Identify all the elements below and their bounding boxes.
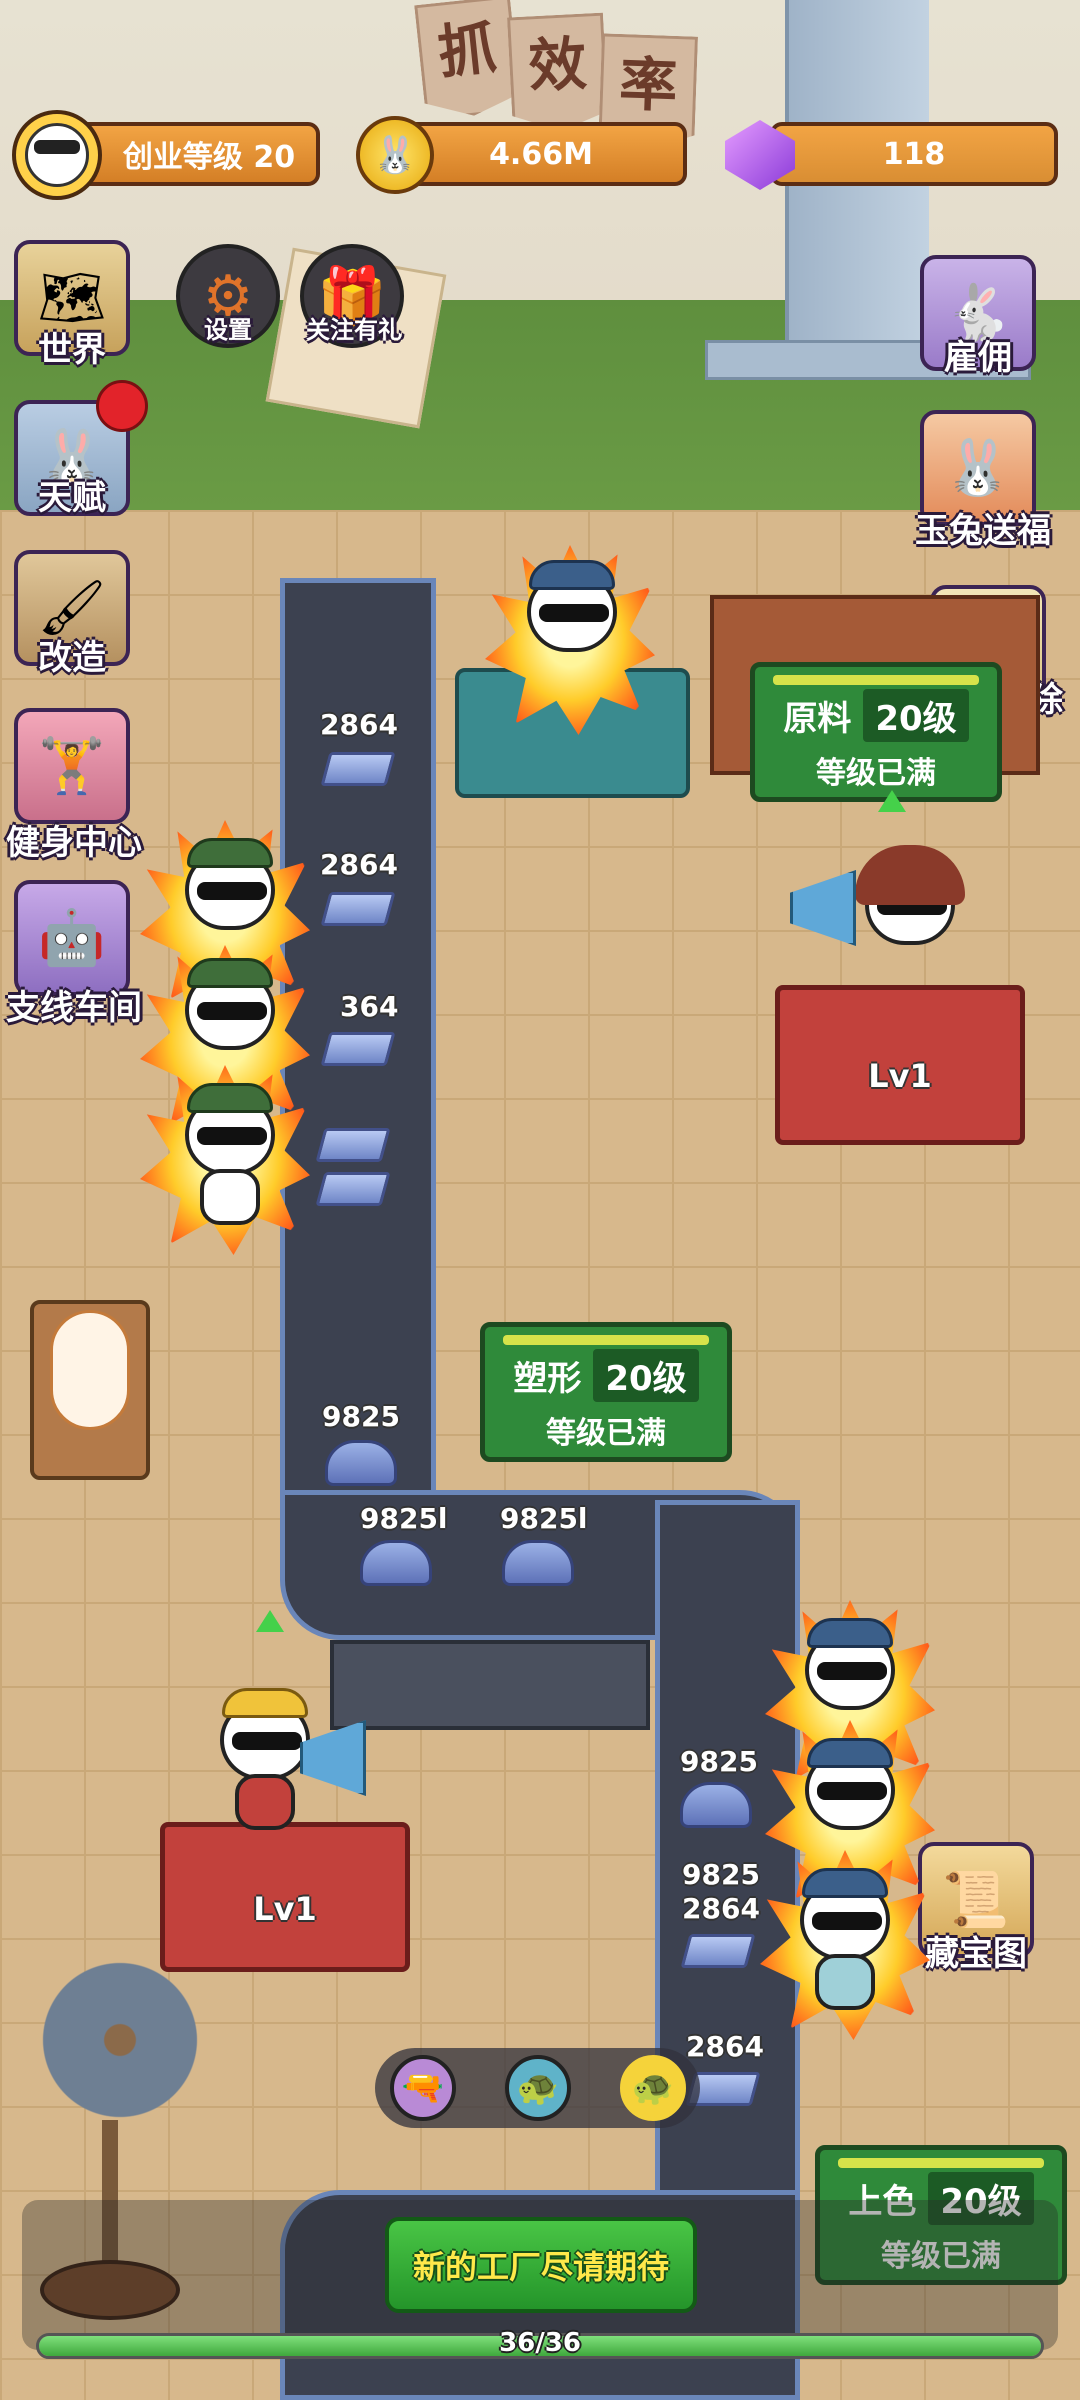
branch-workshop-button[interactable]: 🤖 [14,880,130,996]
upgrade-arrow-icon[interactable] [256,1610,284,1632]
desk-level-label: Lv1 [868,1057,932,1095]
raw-station-name: 原料 [783,699,852,739]
hair-icon [855,845,965,905]
helmet-value-label: 9825 [680,1745,758,1778]
hardhat-icon [222,1688,308,1718]
worker-bunny[interactable] [795,1730,905,1880]
ingot-icon [315,1128,391,1162]
new-factory-label: 新的工厂尽请期待 [412,2248,669,2286]
helmet-value-label: 9825l [500,1502,588,1535]
raw-station-sign[interactable]: 原料 20级 等级已满 [750,662,1002,802]
cap-icon [807,1738,893,1768]
banner-flag: 抓 [414,0,522,121]
notification-dot-icon [96,380,148,432]
ingot-icon [320,892,396,926]
turtle-icon: 🐢 [516,2068,560,2108]
level-bar[interactable]: 创业等级 20 [70,122,320,186]
helmet-icon [325,1440,397,1486]
avatar-face-icon [25,123,89,187]
world-label: 世界 [38,330,106,370]
progress-text: 36/36 [499,2328,581,2358]
gem-bar[interactable]: 118 [770,122,1058,186]
ingot-icon [320,752,396,786]
mooncake-rabbit-icon: 🐰 [944,436,1012,499]
upgrade-label: 改造 [38,638,106,678]
coin-bar[interactable]: 4.66M [395,122,687,186]
helmet-icon [680,1782,752,1828]
manager-bunny[interactable] [855,845,965,995]
bunny-body [815,1954,875,2010]
helmet-value-label: 9825 [322,1400,400,1433]
ingot-icon [680,1934,756,1968]
follow-gift-label: 关注有礼 [306,316,402,344]
cap-icon [529,560,615,590]
gym-label: 健身中心 [6,823,142,863]
desk-level-label: Lv1 [253,1890,317,1928]
turtle-icon: 🐢 [631,2068,675,2108]
wall-pillar [785,0,929,380]
gem-amount: 118 [882,136,946,172]
worker-bunny[interactable] [790,1860,900,2010]
game-scene: 抓 效 率 创业等级 20 4.66M 🐰 118 🗺 世界 🐰 天赋 🖌 改造… [0,0,1080,2400]
skill-button[interactable]: 🔫 [390,2055,456,2121]
cap-icon [187,958,273,988]
ingot-value-label: 2864 [320,848,398,881]
cap-icon [802,1868,888,1898]
coin-amount: 4.66M [489,136,593,172]
gym-bunny-icon: 🏋 [38,734,106,797]
banner-char: 率 [618,50,679,120]
ingot-value-label: 364 [340,990,399,1023]
banner-flag: 效 [507,13,609,134]
cap-icon [807,1618,893,1648]
bunny-body [200,1169,260,1225]
treasure-map-label: 藏宝图 [925,1934,1027,1974]
gun-icon: 🔫 [401,2068,445,2108]
shape-station-status: 等级已满 [546,1416,666,1451]
coin-icon: 🐰 [356,116,434,194]
helmet-icon [360,1540,432,1586]
ingot-value-label: 2864 [682,1892,760,1925]
ingot-value-label: 2864 [320,708,398,741]
gym-button[interactable]: 🏋 [14,708,130,824]
raw-station-status: 等级已满 [816,756,936,791]
shape-station-name: 塑形 [513,1359,582,1399]
settings-label: 设置 [204,316,252,344]
player-avatar[interactable] [12,110,102,200]
hire-label: 雇佣 [944,338,1012,378]
treasure-map-icon: 📜 [942,1868,1010,1931]
world-map-icon: 🗺 [37,266,107,329]
cap-icon [187,1083,273,1113]
banner-char: 效 [526,29,589,101]
ingot-icon [315,1172,391,1206]
branch-workshop-label: 支线车间 [6,988,142,1028]
banner-char: 抓 [434,13,500,87]
raw-station-level: 20级 [863,689,969,742]
sign-bar [503,1335,709,1345]
level-label: 创业等级 20 [122,140,296,175]
talent-label: 天赋 [38,478,106,518]
upgrade-arrow-icon[interactable] [878,790,906,812]
sign-bar [773,675,979,685]
sign-bar [838,2158,1044,2168]
shape-station-level: 20级 [593,1349,699,1402]
helmet-value-label: 9825 [682,1858,760,1891]
cap-icon [187,838,273,868]
helmet-value-label: 9825l [360,1502,448,1535]
ingot-value-label: 2864 [686,2030,764,2063]
bunny-body [235,1774,295,1830]
jade-rabbit-label: 玉兔送福 [915,511,1051,551]
worker-bunny[interactable] [517,552,627,702]
ingot-icon [320,1032,396,1066]
skill-button[interactable]: 🐢 [620,2055,686,2121]
skill-button[interactable]: 🐢 [505,2055,571,2121]
worker-bunny[interactable] [175,1075,285,1225]
workshop-bunny-icon: 🤖 [38,906,106,969]
roller-machine [330,1640,650,1730]
cat-icon[interactable] [50,1310,130,1430]
new-factory-button[interactable]: 新的工厂尽请期待 [385,2217,697,2313]
helmet-icon [502,1540,574,1586]
shape-station-sign[interactable]: 塑形 20级 等级已满 [480,1322,732,1462]
fan-icon [30,1950,210,2130]
